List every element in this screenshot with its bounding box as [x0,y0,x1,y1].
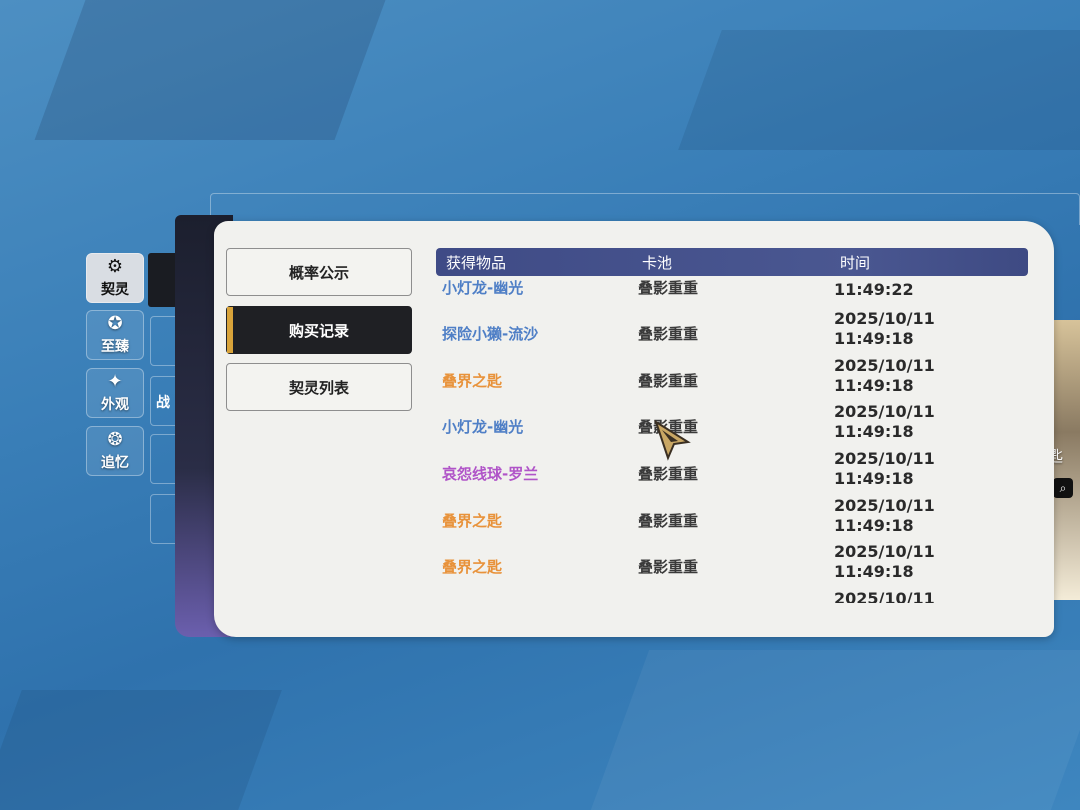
tab-spirit-list[interactable]: 契灵列表 [226,363,412,411]
row-time: 2025/10/11 11:49:18 [834,309,935,349]
rail-item-label: 至臻 [101,339,129,355]
row-pool: 叠影重重 [638,325,699,343]
row-time-date: 2025/10/11 [834,496,935,515]
row-time-date: 2025/10/11 [834,449,935,468]
row-item: 哀怨线球-罗兰 [442,465,539,483]
memory-icon: ❂ [107,429,123,450]
tab-label: 购买记录 [288,321,349,340]
row-time-date: 2025/10/11 [834,402,935,421]
table-row: 2025/10/11 [436,589,1028,603]
row-time: 11:49:22 [834,280,914,300]
row-time-clock: 11:49:18 [834,422,914,441]
row-time: 2025/10/11 11:49:18 [834,542,935,582]
background-shape [34,0,386,140]
column-header-time: 时间 [840,254,871,272]
rail-item-label: 契灵 [101,282,129,298]
row-item: 小灯龙-幽光 [442,279,524,297]
row-time-clock: 11:49:18 [834,376,914,395]
rail-item-appearance[interactable]: ✦ 外观 [86,368,144,418]
row-pool: 叠影重重 [638,465,699,483]
table-row: 叠界之匙 叠影重重 2025/10/11 11:49:18 [436,542,1028,588]
table-header: 获得物品 卡池 时间 [436,248,1028,276]
emblem-icon: ✪ [107,313,123,334]
row-pool: 叠影重重 [638,279,699,297]
row-pool: 叠影重重 [638,372,699,390]
row-time-date: 2025/10/11 [834,356,935,375]
row-time: 2025/10/11 11:49:18 [834,356,935,396]
row-time-clock: 11:49:18 [834,469,914,488]
row-time: 2025/10/11 11:49:18 [834,496,935,536]
rail-item-label: 外观 [101,397,129,413]
search-icon[interactable]: ⌕ [1053,478,1073,498]
table-row: 哀怨线球-罗兰 叠影重重 2025/10/11 11:49:18 [436,449,1028,495]
row-time-clock: 11:49:18 [834,562,914,581]
tab-purchase-history[interactable]: 购买记录 [226,306,412,354]
rail-active-indicator [148,253,178,307]
table-row: 小灯龙-幽光 叠影重重 11:49:22 [436,277,1028,309]
row-pool: 叠影重重 [638,512,699,530]
tab-probability[interactable]: 概率公示 [226,248,412,296]
column-header-item: 获得物品 [446,254,507,272]
row-time-date: 2025/10/11 [834,542,935,561]
table-row: 叠界之匙 叠影重重 2025/10/11 11:49:18 [436,496,1028,542]
spirit-icon: ⚙ [106,256,124,277]
row-item: 探险小獭-流沙 [442,325,539,343]
record-panel: 概率公示 购买记录 契灵列表 获得物品 卡池 时间 小灯龙-幽光 叠影重重 11… [214,221,1054,637]
background-shape [0,690,282,810]
column-header-pool: 卡池 [642,254,673,272]
row-time-date: 2025/10/11 [834,589,935,603]
row-time-clock: 11:49:22 [834,280,914,299]
row-time: 2025/10/11 [834,589,935,603]
row-time: 2025/10/11 11:49:18 [834,449,935,489]
record-list[interactable]: 小灯龙-幽光 叠影重重 11:49:22 探险小獭-流沙 叠影重重 2025/1… [436,277,1028,603]
background-shape [678,30,1080,150]
rail-item-supreme[interactable]: ✪ 至臻 [86,310,144,360]
table-row: 叠界之匙 叠影重重 2025/10/11 11:49:18 [436,356,1028,402]
row-time-clock: 11:49:18 [834,516,914,535]
row-item: 叠界之匙 [442,372,503,390]
table-row: 探险小獭-流沙 叠影重重 2025/10/11 11:49:18 [436,309,1028,355]
rail-item-label: 追忆 [101,455,129,471]
row-item: 小灯龙-幽光 [442,418,524,436]
table-row: 小灯龙-幽光 叠影重重 2025/10/11 11:49:18 [436,402,1028,448]
row-item: 叠界之匙 [442,558,503,576]
background-shape [590,650,1080,810]
rail-side-text: 战 [156,395,170,411]
tab-label: 契灵列表 [288,378,349,397]
row-time-clock: 11:49:18 [834,329,914,348]
outfit-icon: ✦ [107,371,123,392]
tab-label: 概率公示 [288,263,349,282]
row-pool: 叠影重重 [638,558,699,576]
row-time-date: 2025/10/11 [834,309,935,328]
row-item: 叠界之匙 [442,512,503,530]
rail-item-spirit[interactable]: ⚙ 契灵 [86,253,144,303]
row-time: 2025/10/11 11:49:18 [834,402,935,442]
rail-item-memory[interactable]: ❂ 追忆 [86,426,144,476]
